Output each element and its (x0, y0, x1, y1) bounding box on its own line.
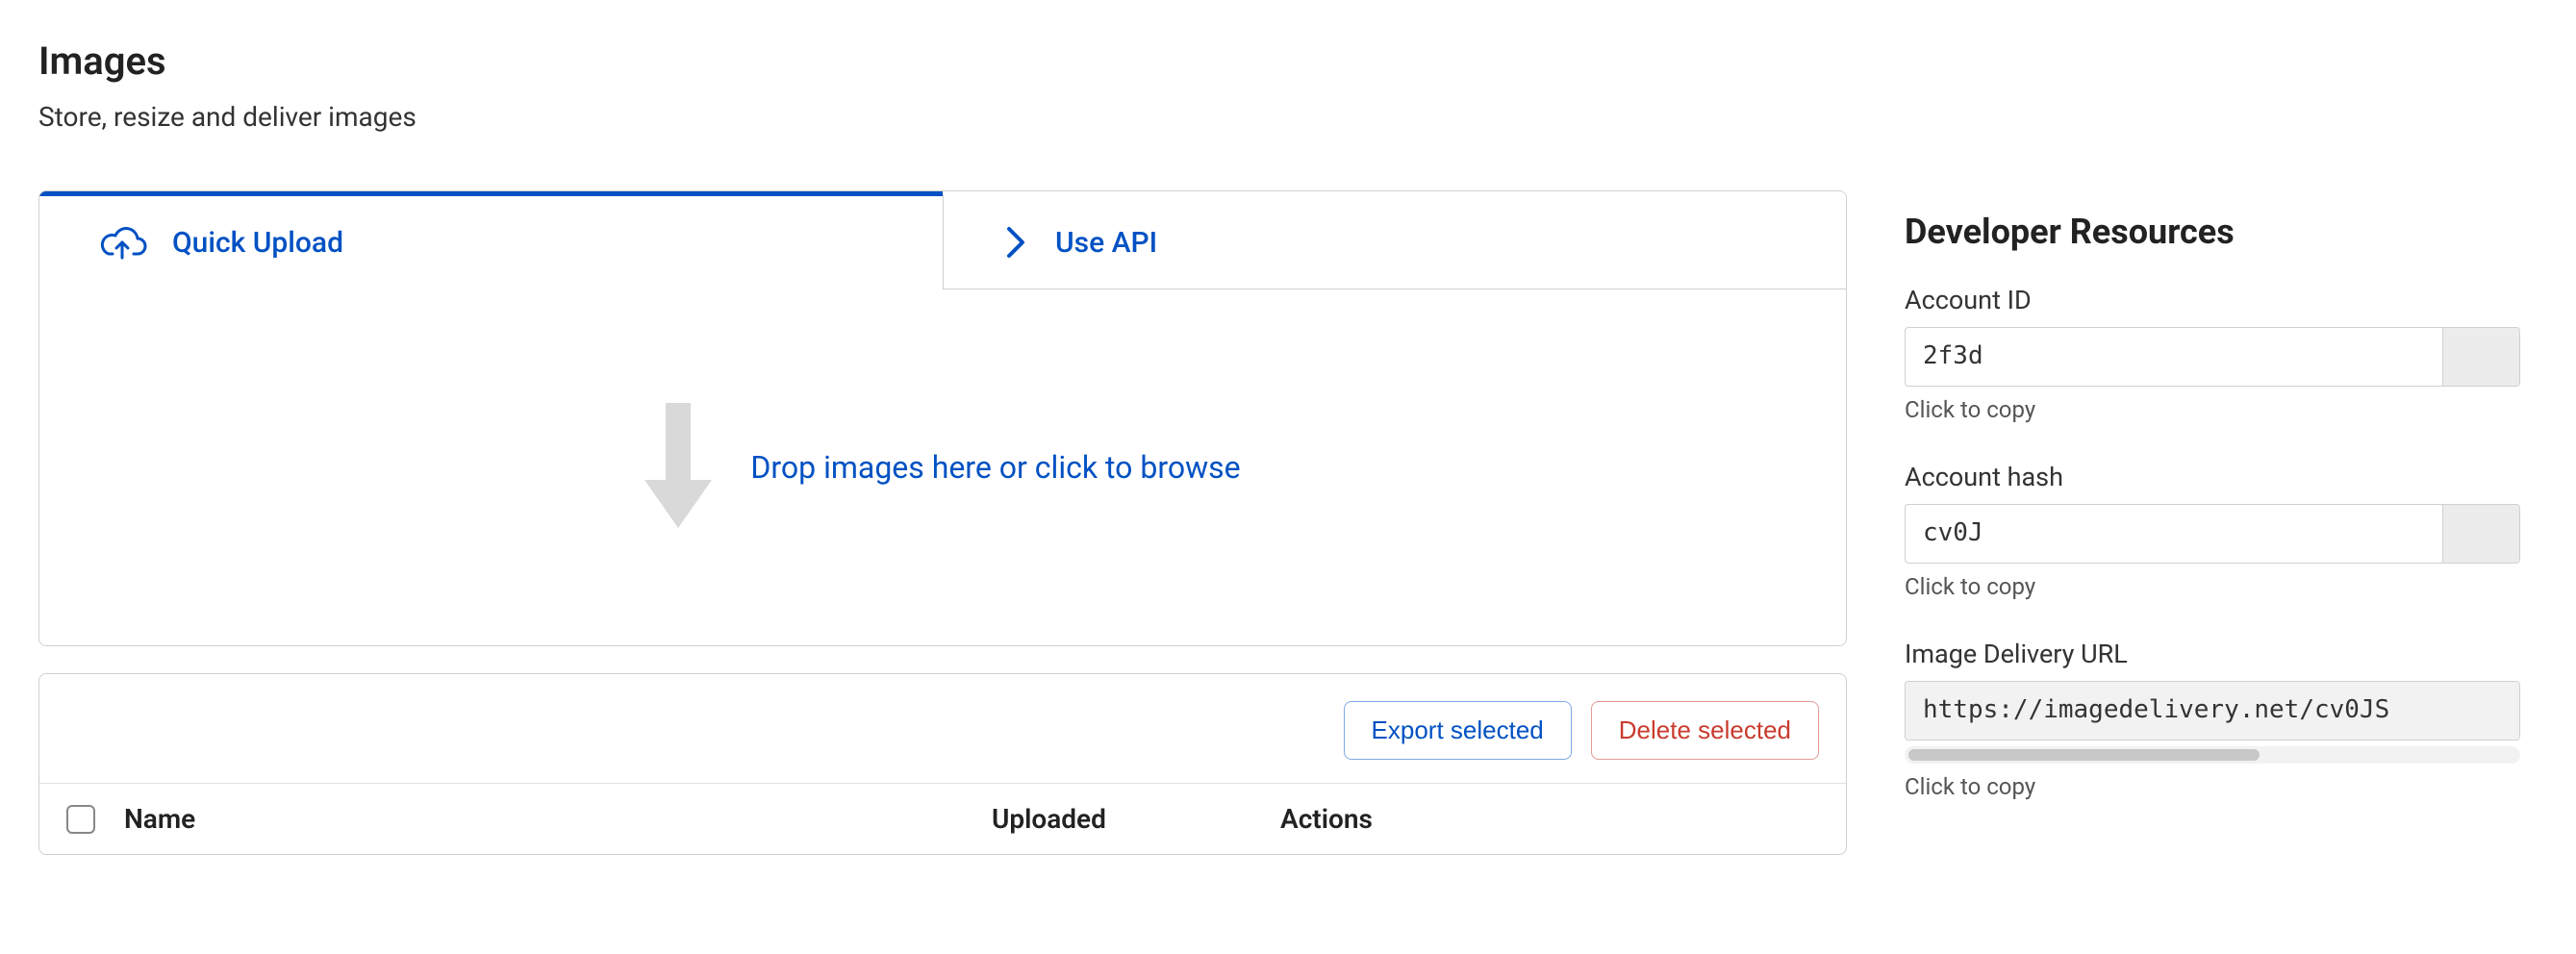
arrow-down-icon (644, 403, 712, 532)
account-hash-block: Account hash cv0J Click to copy (1905, 462, 2520, 600)
delivery-url-hint: Click to copy (1905, 773, 2520, 800)
dropzone-text: Drop images here or click to browse (750, 449, 1240, 486)
account-id-label: Account ID (1905, 285, 2520, 315)
delete-selected-button[interactable]: Delete selected (1591, 701, 1819, 760)
developer-resources-title: Developer Resources (1905, 212, 2520, 252)
select-all-cell (66, 805, 124, 834)
list-panel: Export selected Delete selected Name Upl… (38, 673, 1847, 855)
delivery-url-box[interactable]: https://imagedelivery.net/cv0JS (1905, 681, 2520, 741)
delivery-url-scrollbar-thumb[interactable] (1908, 749, 2260, 761)
tabs-row: Quick Upload Use API (39, 191, 1846, 289)
account-hash-hint: Click to copy (1905, 573, 2520, 600)
delivery-url-label: Image Delivery URL (1905, 639, 2520, 669)
account-id-value: 2f3d (1906, 328, 2442, 386)
account-hash-box[interactable]: cv0J (1905, 504, 2520, 564)
account-id-hint: Click to copy (1905, 396, 2520, 423)
tab-use-api-label: Use API (1055, 226, 1157, 260)
tab-quick-upload[interactable]: Quick Upload (39, 191, 943, 289)
account-id-copy-button[interactable] (2442, 328, 2519, 386)
delivery-url-scrollbar[interactable] (1905, 746, 2520, 764)
page-title: Images (38, 38, 1847, 84)
upload-panel: Quick Upload Use API (38, 190, 1847, 646)
page-subtitle: Store, resize and deliver images (38, 101, 1847, 133)
account-hash-label: Account hash (1905, 462, 2520, 492)
tab-use-api[interactable]: Use API (943, 191, 1846, 289)
list-toolbar: Export selected Delete selected (39, 674, 1846, 784)
cloud-upload-icon (97, 225, 147, 262)
column-header-actions: Actions (1280, 803, 1819, 835)
delivery-url-block: Image Delivery URL https://imagedelivery… (1905, 639, 2520, 800)
column-header-uploaded: Uploaded (992, 803, 1280, 835)
account-hash-value: cv0J (1906, 505, 2442, 563)
developer-resources-panel: Developer Resources Account ID 2f3d Clic… (1905, 38, 2520, 839)
account-id-block: Account ID 2f3d Click to copy (1905, 285, 2520, 423)
column-header-name: Name (124, 803, 992, 835)
chevron-right-icon (1001, 223, 1030, 262)
export-selected-button[interactable]: Export selected (1344, 701, 1572, 760)
tab-quick-upload-label: Quick Upload (172, 226, 343, 260)
account-hash-copy-button[interactable] (2442, 505, 2519, 563)
delivery-url-value: https://imagedelivery.net/cv0JS (1906, 682, 2519, 740)
account-id-box[interactable]: 2f3d (1905, 327, 2520, 387)
select-all-checkbox[interactable] (66, 805, 95, 834)
list-header: Name Uploaded Actions (39, 784, 1846, 854)
dropzone[interactable]: Drop images here or click to browse (39, 289, 1846, 645)
